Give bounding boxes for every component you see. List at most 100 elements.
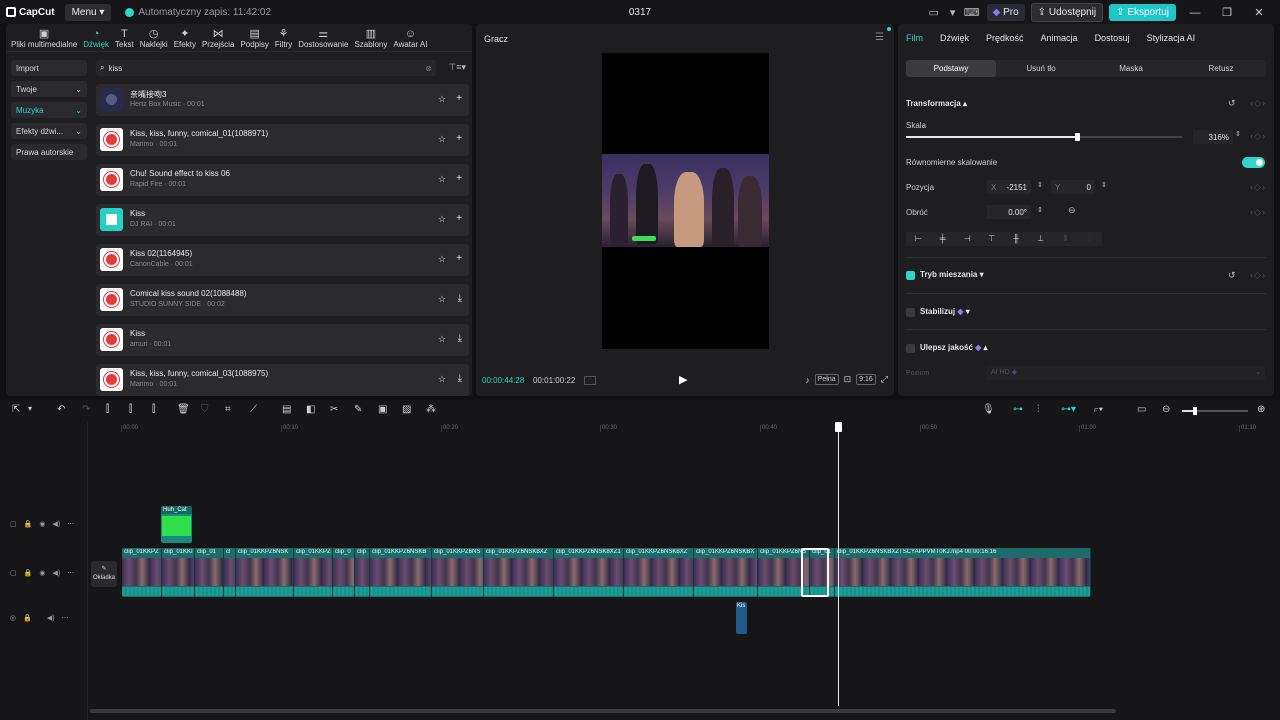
timeline-clip[interactable]: clip_01KKPZ6NSKBXZTSCYAPPVMT0KJ.mp4 00:0… bbox=[835, 548, 1091, 597]
list-item[interactable]: Kiss amuri · 00:01 ☆ ⤓ bbox=[96, 324, 469, 356]
align-center-h-icon[interactable]: ╪ bbox=[931, 232, 956, 246]
list-item[interactable]: Kiss 02(1164945) CanonCable · 00:01 ☆ + bbox=[96, 244, 469, 276]
favorite-star-icon[interactable]: ☆ bbox=[438, 174, 446, 185]
captions-track-icon[interactable]: ▭ bbox=[1137, 404, 1146, 415]
crop-icon[interactable]: ⌗ bbox=[225, 404, 231, 415]
subtab-remove-bg[interactable]: Usuń tło bbox=[996, 60, 1086, 77]
ai-extend-icon[interactable]: ▨ bbox=[402, 404, 411, 415]
list-item[interactable]: Chu! Sound effect to kiss 06 Rapid Fire … bbox=[96, 164, 469, 196]
scale-slider-handle[interactable] bbox=[1075, 133, 1080, 141]
eye-icon[interactable]: ◉ bbox=[39, 520, 45, 528]
zoom-out-icon[interactable]: ⊖ bbox=[1162, 404, 1170, 415]
eye-icon[interactable]: ◉ bbox=[39, 569, 45, 577]
layout-dropdown-icon[interactable]: ▾ bbox=[949, 5, 957, 21]
snapshot-icon[interactable]: ⊡ bbox=[844, 374, 852, 385]
category-yours[interactable]: Twoje ⌄ bbox=[11, 81, 87, 97]
filter-icon[interactable]: ⊤≡▾ bbox=[448, 62, 466, 73]
zoom-in-icon[interactable]: ⊕ bbox=[1257, 404, 1265, 415]
align-top-icon[interactable]: ⊤ bbox=[980, 232, 1005, 246]
position-x-field[interactable]: X -2151 bbox=[987, 180, 1031, 194]
align-left-icon[interactable]: ⊢ bbox=[906, 232, 931, 246]
favorite-star-icon[interactable]: ☆ bbox=[438, 254, 446, 265]
timeline-clip[interactable]: clip_01KKPZ bbox=[122, 548, 162, 597]
main-track-magnet-icon[interactable]: ⊶ bbox=[1013, 404, 1023, 415]
undo-icon[interactable]: ↶ bbox=[57, 404, 65, 415]
list-item[interactable]: Kiss, kiss, funny, comical_01(1088971) M… bbox=[96, 124, 469, 156]
grid-toggle-icon[interactable] bbox=[584, 376, 596, 385]
timeline-clip[interactable]: clip bbox=[355, 548, 370, 597]
favorite-star-icon[interactable]: ☆ bbox=[438, 374, 446, 385]
list-item[interactable]: 亲嘴接吻3 Hertz Box Music · 00:01 ☆ + bbox=[96, 84, 469, 116]
blend-mode-label[interactable]: Tryb mieszania ▾ bbox=[920, 270, 984, 279]
category-music[interactable]: Muzyka ⌄ bbox=[11, 102, 87, 118]
lock-icon[interactable]: 🔒 bbox=[24, 520, 33, 528]
keyframe-icon[interactable]: ‹◇› bbox=[1250, 182, 1266, 193]
more-icon[interactable]: ⋯ bbox=[67, 520, 74, 528]
more-icon[interactable]: ⋯ bbox=[67, 569, 74, 577]
timeline-scrollbar[interactable] bbox=[90, 709, 1116, 713]
enhance-quality-checkbox[interactable] bbox=[906, 344, 915, 353]
search-input[interactable]: ⌕ kiss ⊗ bbox=[96, 60, 436, 76]
tab-audio[interactable]: ◔ Dźwięk bbox=[80, 24, 112, 52]
pro-button[interactable]: ◆ Pro bbox=[986, 4, 1025, 21]
video-canvas[interactable] bbox=[602, 53, 769, 349]
export-button[interactable]: ⇪ Eksportuj bbox=[1109, 4, 1176, 21]
enhance-quality-label[interactable]: Ulepsz jakość ◆ ▴ bbox=[920, 343, 988, 352]
select-cursor-icon[interactable]: ⇱ bbox=[12, 404, 20, 415]
cursor-dropdown-icon[interactable]: ▾ bbox=[28, 404, 32, 413]
speaker-icon[interactable]: ◀) bbox=[52, 520, 60, 528]
timeline-clip[interactable]: clip_01KKPZ6NSKB bbox=[370, 548, 432, 597]
list-item[interactable]: Comical kiss sound 02(1088488) STUDIO SU… bbox=[96, 284, 469, 316]
speaker-icon[interactable]: ◀) bbox=[47, 614, 55, 622]
timeline-clip[interactable]: clip_01KKPZ6NS bbox=[432, 548, 484, 597]
tiktok-icon[interactable]: ♪ bbox=[805, 375, 810, 385]
timeline-clip[interactable]: clip_01KKPZ6NSK8XZ bbox=[624, 548, 694, 597]
close-icon[interactable]: ✕ bbox=[1246, 6, 1272, 19]
rotate-dial-icon[interactable]: ⊖ bbox=[1068, 205, 1076, 216]
player-menu-icon[interactable]: ☰ bbox=[875, 32, 884, 43]
favorite-star-icon[interactable]: ☆ bbox=[438, 214, 446, 225]
add-icon[interactable]: + bbox=[456, 253, 462, 264]
freeze-icon[interactable]: ▤ bbox=[282, 404, 291, 415]
menu-button[interactable]: Menu ▾ bbox=[64, 3, 112, 21]
tab-transitions[interactable]: ⋈ Przejścia bbox=[199, 24, 237, 52]
timeline-clip[interactable]: clip_0 bbox=[333, 548, 355, 597]
delete-icon[interactable]: 🗑 bbox=[177, 404, 190, 415]
tab-media[interactable]: ▣ Pliki multimedialne bbox=[8, 24, 80, 52]
tab-templates[interactable]: ▥ Szablony bbox=[351, 24, 390, 52]
stabilize-label[interactable]: Stabilizuj ◆ ▾ bbox=[920, 307, 970, 316]
subtab-mask[interactable]: Maska bbox=[1086, 60, 1176, 77]
split-icon[interactable]: ⫿ bbox=[106, 404, 109, 415]
tab-ai-styling[interactable]: Stylizacja AI bbox=[1147, 33, 1196, 43]
split-left-icon[interactable]: ⫿ bbox=[129, 404, 132, 415]
clear-search-icon[interactable]: ⊗ bbox=[425, 64, 432, 73]
position-y-field[interactable]: Y0 bbox=[1051, 180, 1095, 194]
stabilize-checkbox[interactable] bbox=[906, 308, 915, 317]
tab-animation[interactable]: Animacja bbox=[1041, 33, 1078, 43]
list-item[interactable]: Kiss DJ RAI · 00:01 ☆ + bbox=[96, 204, 469, 236]
keyframe-icon[interactable]: ‹◇› bbox=[1250, 270, 1266, 281]
magic-cut-icon[interactable]: ✂ bbox=[330, 404, 338, 415]
microphone-icon[interactable]: 🎙 bbox=[982, 404, 995, 415]
favorite-star-icon[interactable]: ☆ bbox=[438, 334, 446, 345]
play-button[interactable]: ▶ bbox=[679, 373, 687, 386]
category-sound-effects[interactable]: Efekty dźwi... ⌄ bbox=[11, 123, 87, 139]
fullscreen-icon[interactable]: ⤢ bbox=[881, 374, 888, 385]
time-ruler[interactable]: 00:00 00:10 00:20 00:30 00:40 00:50 01:0… bbox=[88, 422, 1280, 436]
timeline-clip[interactable]: clip_01KKPZ6NSK bbox=[236, 548, 294, 597]
keyframe-icon[interactable]: ‹◇› bbox=[1250, 131, 1266, 142]
speed-curve-icon[interactable]: ⟋ bbox=[250, 404, 257, 415]
preview-axis-icon[interactable]: ⟔▾ bbox=[1094, 404, 1103, 415]
lock-icon[interactable]: 🔒 bbox=[24, 569, 33, 577]
speaker-icon[interactable]: ◀) bbox=[52, 569, 60, 577]
reset-icon[interactable]: ↺ bbox=[1228, 98, 1236, 109]
zoom-slider-handle[interactable] bbox=[1193, 407, 1197, 415]
add-icon[interactable]: + bbox=[456, 213, 462, 224]
timeline-clip[interactable]: clip_01KKPZ6NSK8XZ bbox=[484, 548, 554, 597]
scale-value-field[interactable]: 316% bbox=[1193, 130, 1233, 144]
lock-icon[interactable]: 🔒 bbox=[23, 614, 32, 622]
hd-icon[interactable]: ▣ bbox=[378, 404, 387, 415]
full-quality-button[interactable]: Pełna bbox=[814, 374, 839, 385]
link-icon[interactable]: ⊶▾ bbox=[1061, 404, 1076, 415]
align-right-icon[interactable]: ⊣ bbox=[955, 232, 980, 246]
